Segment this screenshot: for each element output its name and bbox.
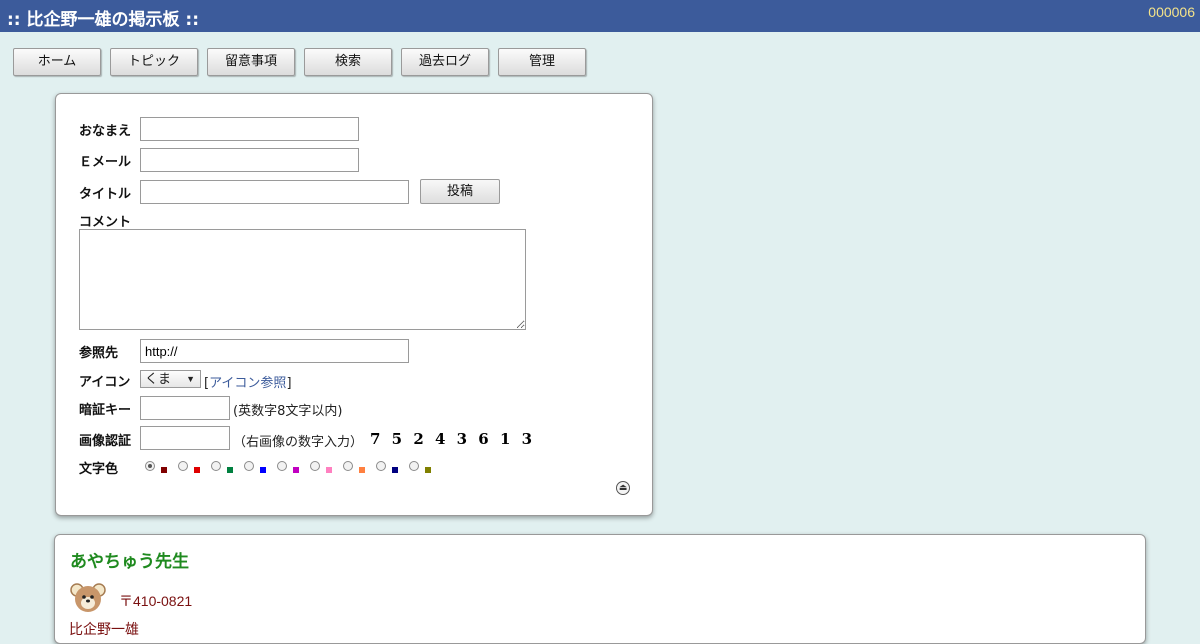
comment-textarea[interactable] [79, 229, 526, 330]
color-label: 文字色 [79, 462, 119, 477]
title-label: タイトル [79, 187, 132, 202]
name-input[interactable] [140, 117, 359, 141]
color-radio[interactable] [277, 461, 287, 471]
color-radio[interactable] [178, 461, 188, 471]
color-swatch [194, 467, 200, 473]
icon-ref-close: ] [286, 376, 292, 391]
color-swatch [161, 467, 167, 473]
submit-button[interactable]: 投稿 [420, 179, 500, 204]
color-radio[interactable] [244, 461, 254, 471]
nav-archive-button[interactable]: 過去ログ [401, 48, 489, 76]
captcha-image: 7 5 2 4 3 6 1 3 [370, 430, 536, 448]
nav-notes-button[interactable]: 留意事項 [207, 48, 295, 76]
captcha-input[interactable] [140, 426, 230, 450]
post-form-panel: おなまえ Ｅメール タイトル 投稿 コメント 参照先 アイコン くま ▼ [アイ… [55, 93, 653, 516]
title-input[interactable] [140, 180, 409, 204]
color-swatch [392, 467, 398, 473]
icon-ref: [アイコン参照] [204, 372, 292, 391]
color-swatch [425, 467, 431, 473]
color-radio[interactable] [343, 461, 353, 471]
password-note: (英数字8文字以内) [233, 404, 343, 419]
access-counter: 000006 [1148, 4, 1195, 20]
icon-label: アイコン [79, 375, 131, 390]
color-swatch [293, 467, 299, 473]
color-radio[interactable] [310, 461, 320, 471]
nav-topic-button[interactable]: トピック [110, 48, 198, 76]
password-label: 暗証キー [79, 403, 132, 418]
icon-select-value: くま [145, 371, 172, 386]
color-radio[interactable] [376, 461, 386, 471]
color-swatch [359, 467, 365, 473]
url-input[interactable] [140, 339, 409, 363]
page-top-icon[interactable]: ⏏ [616, 481, 630, 495]
post-text: 〒410-0821 [119, 593, 193, 609]
nav-admin-button[interactable]: 管理 [498, 48, 586, 76]
captcha-label: 画像認証 [79, 434, 132, 449]
color-swatch [326, 467, 332, 473]
nav-home-button[interactable]: ホーム [13, 48, 101, 76]
color-radio[interactable] [409, 461, 419, 471]
color-radio[interactable] [211, 461, 221, 471]
password-input[interactable] [140, 396, 230, 420]
color-swatch [227, 467, 233, 473]
url-label: 参照先 [79, 346, 119, 361]
icon-select[interactable]: くま ▼ [140, 370, 201, 388]
post-title: あやちゅう先生 [70, 552, 189, 572]
bear-avatar-icon [70, 583, 106, 612]
header-bar: :: 比企野一雄の掲示板 :: 000006 [0, 0, 1200, 32]
color-radio[interactable] [145, 461, 155, 471]
captcha-note: （右画像の数字入力） [233, 435, 364, 450]
color-swatch [260, 467, 266, 473]
chevron-down-icon: ▼ [186, 374, 195, 384]
icon-ref-link[interactable]: アイコン参照 [209, 376, 286, 391]
post-author: 比企野一雄 [69, 622, 139, 638]
email-input[interactable] [140, 148, 359, 172]
post-entry: あやちゅう先生 〒410-0821 比企野一雄 [54, 534, 1146, 644]
nav-search-button[interactable]: 検索 [304, 48, 392, 76]
comment-label: コメント [79, 215, 132, 230]
site-title: :: 比企野一雄の掲示板 :: [7, 10, 200, 30]
name-label: おなまえ [79, 124, 132, 139]
email-label: Ｅメール [79, 155, 132, 170]
